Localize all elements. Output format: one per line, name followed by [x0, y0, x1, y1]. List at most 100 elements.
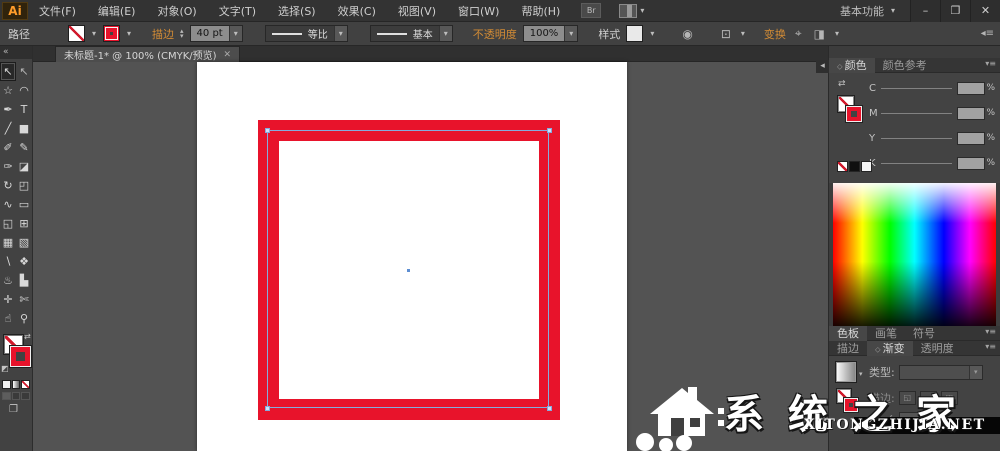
black-swatch[interactable] — [849, 161, 860, 172]
color-button[interactable] — [2, 380, 11, 389]
combo-arrow-button[interactable]: ▾ — [969, 366, 982, 379]
shape-builder-tool[interactable]: ◱ — [0, 214, 16, 233]
black-value-field[interactable] — [957, 157, 985, 170]
menu-type[interactable]: 文字(T) — [208, 3, 267, 19]
collapse-dock-icon[interactable]: ◂ — [816, 60, 829, 73]
blob-brush-tool[interactable]: ✑ — [0, 157, 16, 176]
chevron-down-icon[interactable]: ▾ — [91, 29, 97, 38]
swap-fill-stroke-icon[interactable]: ⇄ — [24, 332, 31, 341]
center-point[interactable] — [407, 269, 410, 272]
gradient-angle-combo[interactable]: ▾ — [899, 412, 941, 426]
anchor-point[interactable] — [266, 407, 269, 410]
eyedropper-tool[interactable]: ∖ — [0, 252, 16, 271]
direct-selection-tool[interactable]: ↖ — [16, 62, 32, 81]
chevron-down-icon[interactable]: ▾ — [834, 29, 840, 38]
tab-brushes[interactable]: 画笔 — [867, 326, 905, 341]
draw-behind-button[interactable] — [12, 392, 21, 400]
none-swatch[interactable] — [837, 161, 848, 172]
menu-select[interactable]: 选择(S) — [267, 3, 327, 19]
free-transform-tool[interactable]: ▭ — [16, 195, 32, 214]
scale-tool[interactable]: ◰ — [16, 176, 32, 195]
gradient-stroke-along-button[interactable]: ▭ — [920, 391, 937, 405]
rotate-tool[interactable]: ↻ — [0, 176, 16, 195]
combo-arrow-button[interactable]: ▾ — [564, 26, 577, 41]
anchor-point[interactable] — [548, 129, 551, 132]
panel-menu-icon[interactable]: ▾≡ — [985, 59, 996, 68]
menu-effect[interactable]: 效果(C) — [327, 3, 387, 19]
yellow-slider[interactable] — [881, 138, 952, 139]
menu-view[interactable]: 视图(V) — [387, 3, 447, 19]
tab-swatches[interactable]: 色板 — [829, 326, 867, 341]
anchor-point[interactable] — [548, 407, 551, 410]
artboard-tool[interactable]: ✛ — [0, 290, 16, 309]
line-segment-tool[interactable]: ╱ — [0, 119, 16, 138]
white-swatch[interactable] — [861, 161, 872, 172]
tab-color-guide[interactable]: 颜色参考 — [875, 58, 935, 73]
chevron-down-icon[interactable]: ▾ — [740, 29, 746, 38]
chevron-down-icon[interactable]: ▾ — [649, 29, 655, 38]
gradient-type-combo[interactable]: ▾ — [899, 365, 983, 380]
recolor-artwork-icon[interactable]: ◉ — [679, 27, 695, 41]
eraser-tool[interactable]: ◪ — [16, 157, 32, 176]
magenta-slider[interactable] — [881, 113, 952, 114]
hand-tool[interactable]: ☝ — [0, 309, 16, 328]
combo-arrow-button[interactable]: ▾ — [439, 26, 452, 41]
close-button[interactable]: ✕ — [970, 0, 1000, 22]
pen-tool[interactable]: ✒ — [0, 100, 16, 119]
tab-color[interactable]: ⬦颜色 — [829, 58, 875, 73]
combo-arrow-button[interactable]: ▾ — [229, 26, 242, 41]
perspective-grid-tool[interactable]: ⊞ — [16, 214, 32, 233]
width-profile-combo[interactable]: 等比▾ — [265, 25, 348, 42]
zoom-tool[interactable]: ⚲ — [16, 309, 32, 328]
panel-menu-icon[interactable]: ▾≡ — [985, 342, 996, 351]
yellow-value-field[interactable] — [957, 132, 985, 145]
opacity-panel-link[interactable]: 不透明度 — [473, 26, 517, 42]
menu-file[interactable]: 文件(F) — [28, 3, 87, 19]
menu-object[interactable]: 对象(O) — [146, 3, 207, 19]
screen-mode-icon[interactable]: ❐ — [0, 400, 32, 415]
fill-color-swatch[interactable] — [68, 25, 85, 42]
chevron-down-icon[interactable]: ▾ — [126, 29, 132, 38]
chevron-down-icon[interactable]: ▾ — [859, 370, 863, 378]
combo-arrow-button[interactable]: ▾ — [928, 413, 940, 425]
color-spectrum[interactable] — [833, 183, 996, 326]
isolate-selection-icon[interactable]: ⌖ — [792, 26, 805, 41]
canvas-pasteboard[interactable] — [33, 62, 828, 451]
tab-symbols[interactable]: 符号 — [905, 326, 943, 341]
lasso-tool[interactable]: ◠ — [16, 81, 32, 100]
tab-transparency[interactable]: 透明度 — [913, 341, 962, 356]
draw-normal-button[interactable] — [2, 392, 11, 400]
close-document-icon[interactable]: ✕ — [224, 50, 232, 60]
gradient-thumbnail[interactable] — [835, 361, 857, 383]
magic-wand-tool[interactable]: ☆ — [0, 81, 16, 100]
slice-tool[interactable]: ✄ — [16, 290, 32, 309]
gradient-stroke-within-button[interactable]: ◱ — [899, 391, 916, 405]
opacity-combo[interactable]: 100%▾ — [523, 25, 579, 42]
pencil-tool[interactable]: ✎ — [16, 138, 32, 157]
cyan-slider[interactable] — [881, 88, 952, 89]
stroke-swatch[interactable] — [10, 346, 31, 367]
brush-definition-combo[interactable]: 基本▾ — [370, 25, 453, 42]
magenta-value-field[interactable] — [957, 107, 985, 120]
mesh-tool[interactable]: ▦ — [0, 233, 16, 252]
arrange-documents-icon[interactable]: ▾ — [619, 4, 645, 18]
stroke-weight-stepper[interactable]: ▴▾ — [180, 29, 184, 39]
bridge-icon[interactable]: Br — [581, 3, 601, 18]
selection-tool[interactable]: ↖ — [0, 62, 16, 81]
combo-arrow-button[interactable]: ▾ — [334, 26, 347, 41]
menu-help[interactable]: 帮助(H) — [510, 3, 571, 19]
stroke-color-swatch[interactable] — [103, 25, 120, 42]
type-tool[interactable]: T — [16, 100, 32, 119]
control-panel-toggle-icon[interactable]: ◂≡ — [981, 28, 994, 39]
color-proxy-icons[interactable]: ⇄ — [838, 79, 852, 89]
transform-panel-link[interactable]: 变换 — [764, 26, 786, 42]
collapse-tools-icon[interactable]: « — [0, 46, 32, 59]
color-panel-stroke-swatch[interactable] — [846, 106, 862, 122]
select-similar-icon[interactable]: ◨ — [811, 27, 828, 41]
restore-button[interactable]: ❐ — [940, 0, 970, 22]
width-tool[interactable]: ∿ — [0, 195, 16, 214]
draw-inside-button[interactable] — [21, 392, 30, 400]
style-swatch[interactable] — [626, 25, 643, 42]
default-fill-stroke-icon[interactable]: ◩ — [1, 364, 9, 373]
panel-menu-icon[interactable]: ▾≡ — [985, 327, 996, 336]
